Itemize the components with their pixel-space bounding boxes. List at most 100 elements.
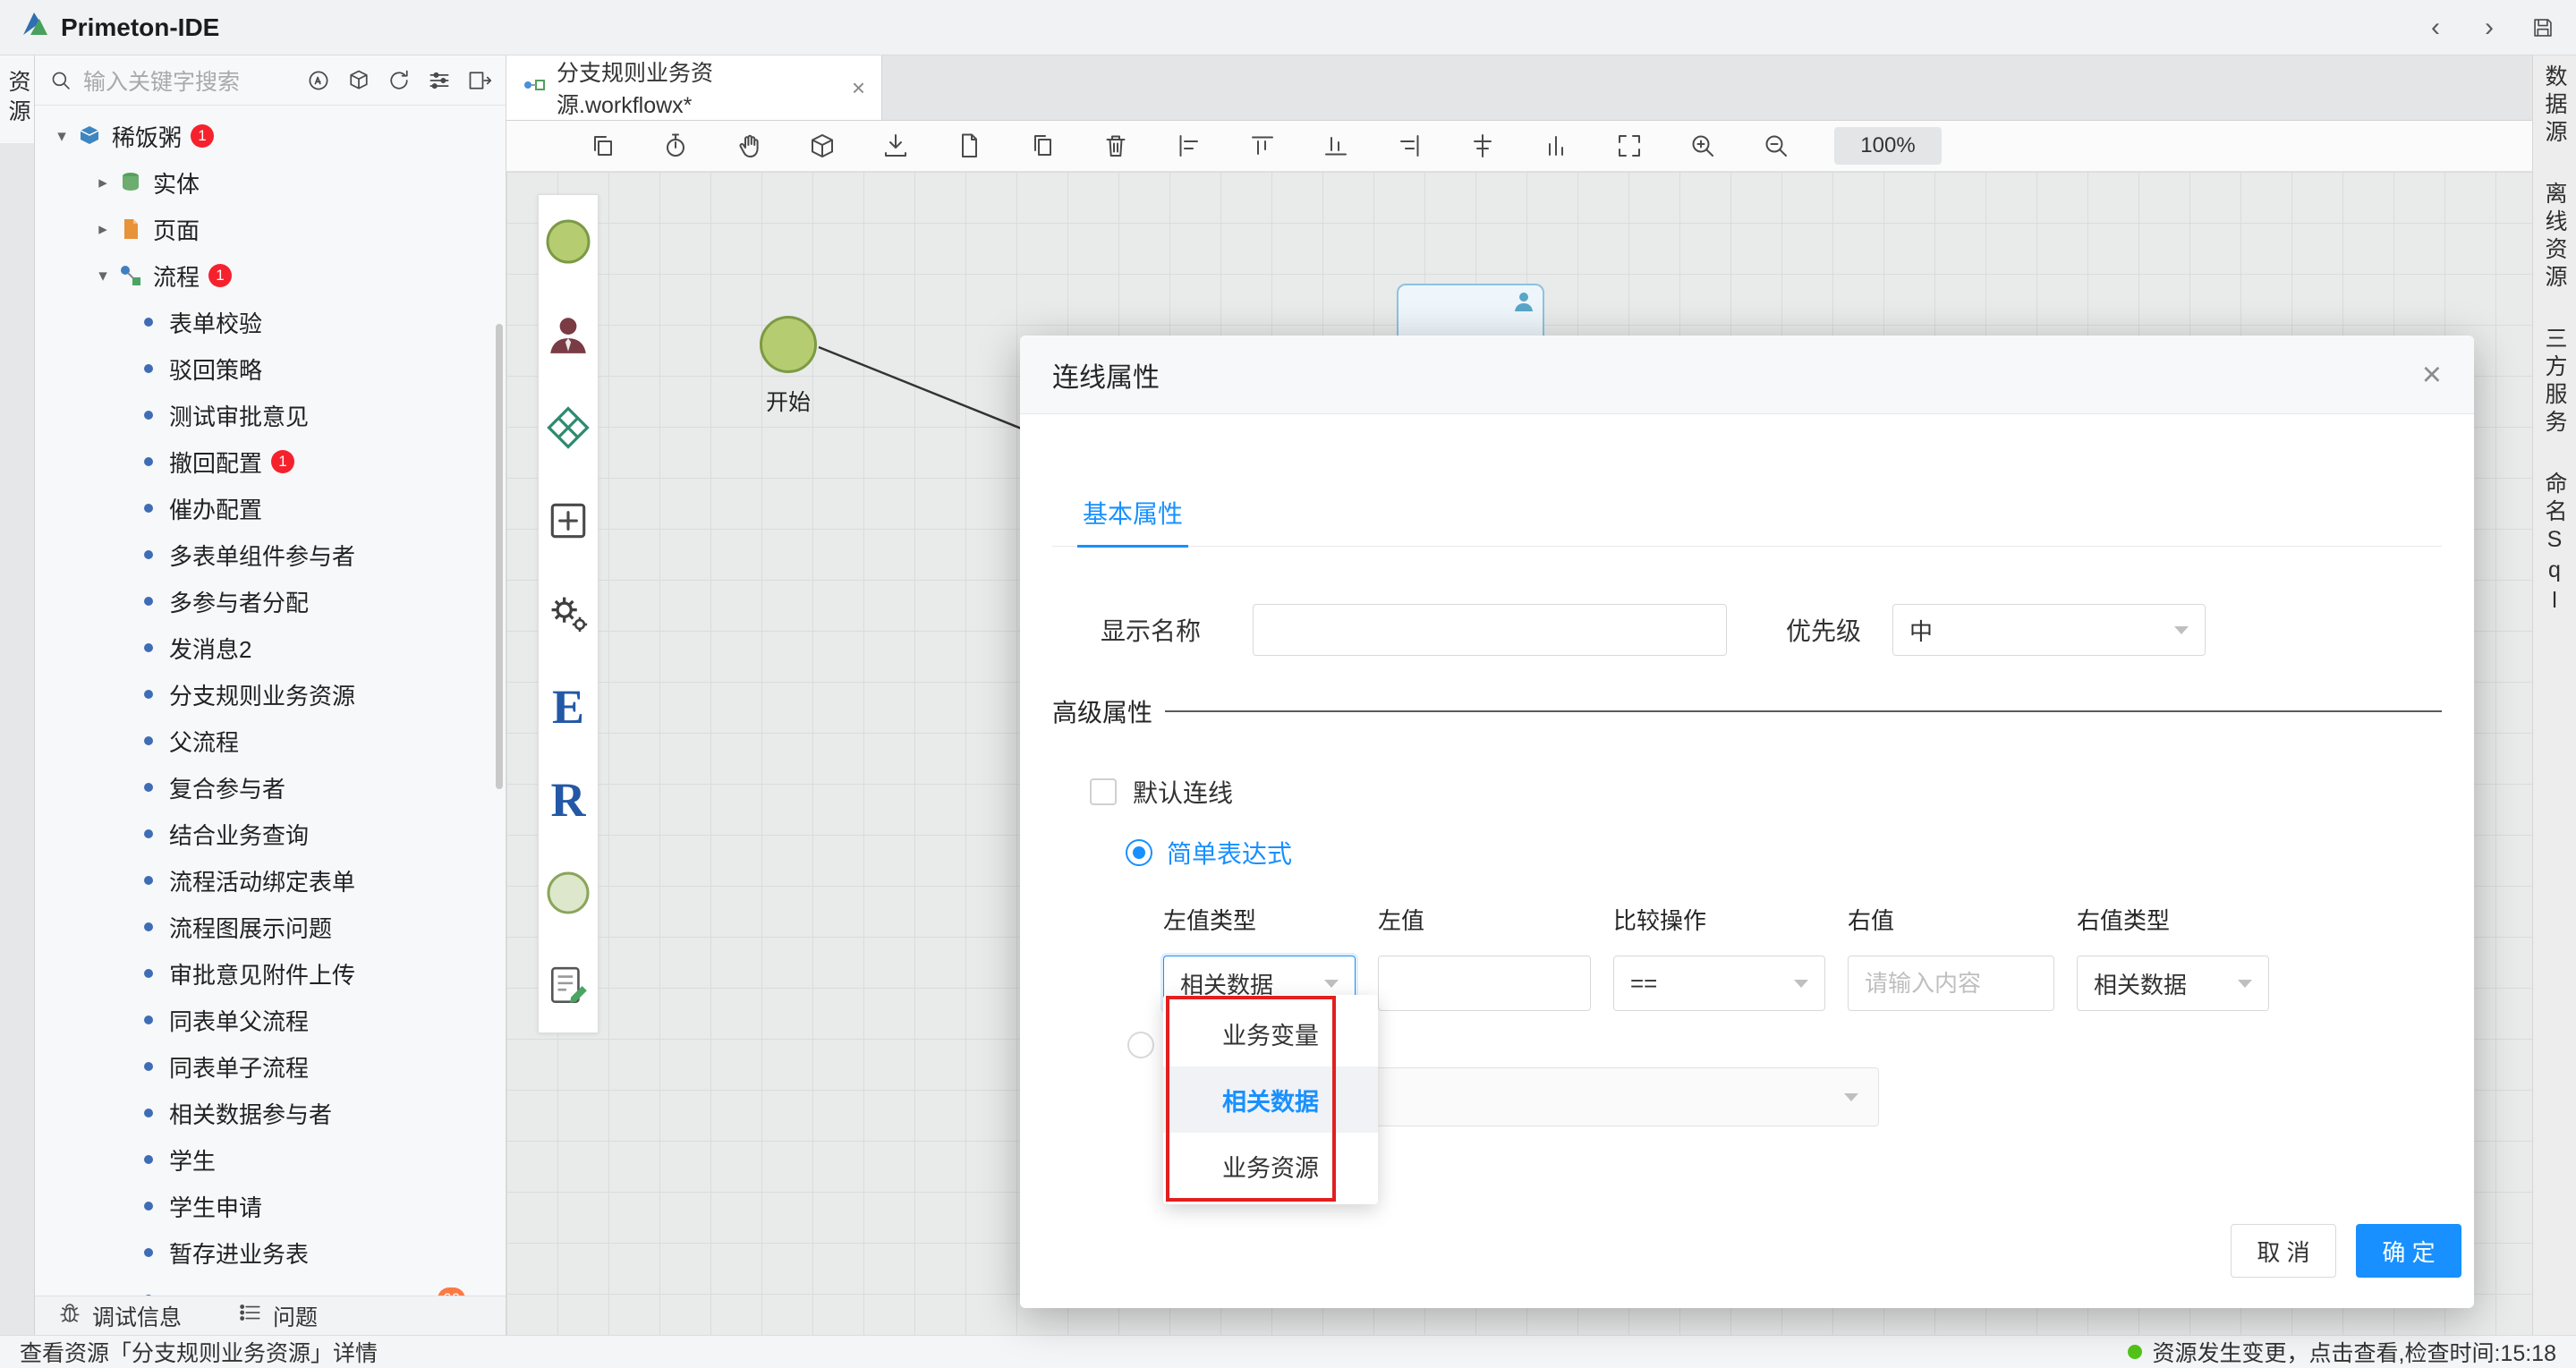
new-file-icon[interactable] <box>954 131 984 161</box>
tree-leaf[interactable]: 撤回配置 1 <box>35 438 506 485</box>
palette-resource-node[interactable]: R <box>539 753 598 846</box>
tree-leaf[interactable]: 催办配置 <box>35 485 506 531</box>
right-value-input[interactable] <box>1848 956 2054 1011</box>
chevron-right-icon[interactable]: ▸ <box>90 219 115 240</box>
left-value-input[interactable] <box>1378 956 1591 1011</box>
palette-service-task[interactable] <box>539 567 598 660</box>
tree-group-process[interactable]: ▾ 流程 1 <box>35 252 506 299</box>
palette-start-node[interactable] <box>539 195 598 288</box>
debug-info-button[interactable]: 调试信息 <box>58 1300 182 1332</box>
tree-leaf[interactable]: 父流程 <box>35 718 506 764</box>
simple-expression-radio[interactable] <box>1126 839 1152 866</box>
tree-leaf[interactable]: 分支规则业务资源 <box>35 671 506 718</box>
refresh-icon[interactable] <box>386 67 412 94</box>
tree-leaf[interactable]: 审批意见附件上传 <box>35 950 506 997</box>
tree-leaf[interactable]: 发消息2 <box>35 625 506 671</box>
dropdown-option-selected[interactable]: 相关数据 <box>1163 1066 1378 1133</box>
dropdown-option[interactable]: 业务变量 <box>1163 1000 1378 1066</box>
default-line-checkbox[interactable] <box>1090 778 1117 805</box>
tree-leaf[interactable]: 同表单父流程 <box>35 997 506 1043</box>
tree-leaf[interactable]: 多参与者分配 <box>35 578 506 625</box>
align-left-icon[interactable] <box>1174 131 1204 161</box>
align-bottom-icon[interactable] <box>1321 131 1351 161</box>
align-right-icon[interactable] <box>1394 131 1424 161</box>
zoom-out-icon[interactable] <box>1761 131 1791 161</box>
left-value-type-dropdown: 业务变量 相关数据 业务资源 <box>1163 995 1378 1204</box>
palette-manual-activity[interactable] <box>539 288 598 381</box>
tree-leaf[interactable]: 流程图展示问题 <box>35 904 506 950</box>
simple-expression-row: 简单表达式 <box>1126 835 2442 871</box>
chevron-down-icon[interactable]: ▾ <box>49 126 74 147</box>
tree-group-entity[interactable]: ▸ 实体 <box>35 159 506 206</box>
right-value-type-select[interactable]: 相关数据 <box>2077 956 2269 1011</box>
editor-tab[interactable]: 分支规则业务资源.workflowx* × <box>506 55 882 120</box>
tab-basic-properties[interactable]: 基本属性 <box>1077 486 1189 548</box>
expand-panel-icon[interactable] <box>466 67 493 94</box>
build-package-icon[interactable] <box>345 67 372 94</box>
palette-form-node[interactable] <box>539 939 598 1032</box>
fit-screen-icon[interactable] <box>1614 131 1645 161</box>
bar-chart-icon[interactable] <box>1541 131 1571 161</box>
tree-leaf-label: 流程图展示问题 <box>169 914 333 942</box>
rail-tab-datasource[interactable]: 数据源 <box>2538 64 2571 148</box>
tree-leaf[interactable]: 学生申请 <box>35 1183 506 1229</box>
tree-leaf[interactable]: 多表单组件参与者 <box>35 531 506 578</box>
confirm-button[interactable]: 确 定 <box>2356 1224 2461 1278</box>
chevron-down-icon[interactable]: ▾ <box>90 266 115 286</box>
compare-op-select[interactable]: == <box>1613 956 1825 1011</box>
copy-file-icon[interactable] <box>1027 131 1058 161</box>
status-right-text[interactable]: 资源发生变更，点击查看,检查时间:15:18 <box>2153 1336 2556 1368</box>
tree-leaf[interactable]: 66 <box>35 1276 506 1296</box>
align-top-icon[interactable] <box>1247 131 1278 161</box>
zoom-in-icon[interactable] <box>1688 131 1718 161</box>
status-bar: 查看资源「分支规则业务资源」详情 资源发生变更，点击查看,检查时间:15:18 <box>0 1335 2576 1368</box>
tree-leaf[interactable]: 学生 <box>35 1136 506 1183</box>
dropdown-option[interactable]: 业务资源 <box>1163 1133 1378 1199</box>
tree-leaf[interactable]: 相关数据参与者 <box>35 1090 506 1136</box>
forward-icon[interactable]: › <box>2476 13 2503 42</box>
palette-decision-gateway[interactable] <box>539 381 598 474</box>
tree-leaf[interactable]: 流程活动绑定表单 <box>35 857 506 904</box>
start-node[interactable] <box>760 316 817 373</box>
cancel-button[interactable]: 取 消 <box>2231 1224 2336 1278</box>
history-icon[interactable] <box>660 131 691 161</box>
tree-root[interactable]: ▾ 稀饭粥 1 <box>35 113 506 159</box>
rail-tab-third-party-services[interactable]: 三方服务 <box>2538 327 2571 438</box>
filter-settings-icon[interactable] <box>426 67 453 94</box>
save-icon[interactable] <box>2529 14 2556 41</box>
download-icon[interactable] <box>880 131 911 161</box>
rail-tab-offline-resources[interactable]: 离线资源 <box>2538 182 2571 293</box>
display-name-input[interactable] <box>1253 604 1728 656</box>
chevron-right-icon[interactable]: ▸ <box>90 173 115 193</box>
tree-leaf[interactable]: 表单校验 <box>35 299 506 345</box>
ai-assistant-icon[interactable] <box>305 67 332 94</box>
palette-subprocess[interactable] <box>539 474 598 567</box>
search-bar[interactable]: 输入关键字搜索 <box>35 55 506 106</box>
search-input[interactable]: 输入关键字搜索 <box>83 64 296 97</box>
package-icon[interactable] <box>807 131 837 161</box>
explorer-scrollbar[interactable] <box>496 324 503 789</box>
palette-entity-node[interactable]: E <box>539 660 598 753</box>
close-tab-icon[interactable]: × <box>852 74 865 102</box>
close-icon[interactable]: × <box>2422 358 2442 392</box>
pan-hand-icon[interactable] <box>734 131 764 161</box>
tree-leaf[interactable]: 同表单子流程 <box>35 1043 506 1090</box>
align-center-icon[interactable] <box>1467 131 1498 161</box>
delete-icon[interactable] <box>1101 131 1131 161</box>
tree-leaf[interactable]: 复合参与者 <box>35 764 506 811</box>
issues-button[interactable]: 问题 <box>239 1300 318 1332</box>
palette-end-node[interactable] <box>539 846 598 939</box>
tree-leaf[interactable]: 测试审批意见 <box>35 392 506 438</box>
tree-leaf[interactable]: 暂存进业务表 <box>35 1229 506 1276</box>
second-expression-radio[interactable] <box>1127 1032 1154 1058</box>
rail-tab-resources[interactable]: 资源 <box>0 55 34 143</box>
tree-leaf-label: 学生申请 <box>169 1194 263 1221</box>
tree-leaf[interactable]: 驳回策略 <box>35 345 506 392</box>
zoom-level-select[interactable]: 100% <box>1834 127 1942 165</box>
tree-leaf[interactable]: 结合业务查询 <box>35 811 506 857</box>
duplicate-icon[interactable] <box>587 131 617 161</box>
tree-group-pages[interactable]: ▸ 页面 <box>35 206 506 252</box>
priority-select[interactable]: 中 <box>1892 604 2206 656</box>
rail-tab-named-sql[interactable]: 命名Sql <box>2538 472 2571 618</box>
back-icon[interactable]: ‹ <box>2422 13 2449 42</box>
